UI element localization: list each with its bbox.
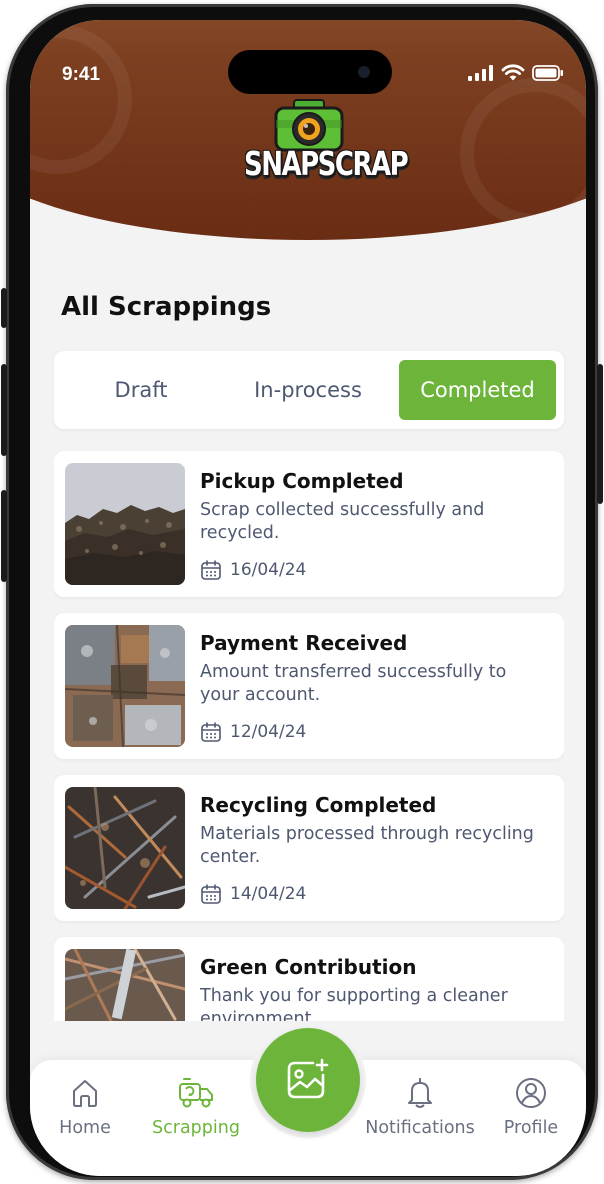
tab-completed[interactable]: Completed — [399, 360, 556, 420]
nav-label: Home — [59, 1118, 111, 1138]
card-date: 14/04/24 — [200, 883, 306, 905]
snapscrap-logo: SNAPSCRAP — [244, 98, 409, 192]
calendar-icon — [201, 722, 221, 742]
status-icons — [468, 64, 564, 81]
phone-frame: 9:41 SNAPSCRAP All Scrappings Draft In-p… — [1, 4, 603, 1180]
card-description: Materials processed through recycling ce… — [200, 824, 534, 867]
list-item[interactable]: Pickup Completed Scrap collected success… — [54, 451, 564, 597]
add-photo-icon — [287, 1058, 329, 1099]
nav-label: Scrapping — [152, 1118, 240, 1138]
recycle-truck-icon — [179, 1078, 213, 1108]
card-description: Scrap collected successfully and recycle… — [200, 500, 485, 543]
card-description: Thank you for supporting a cleaner envir… — [200, 986, 508, 1021]
nav-label: Notifications — [365, 1118, 475, 1138]
scrapping-list: Pickup Completed Scrap collected success… — [54, 451, 564, 1021]
battery-icon — [532, 64, 563, 81]
card-title: Green Contribution — [200, 955, 417, 979]
card-date: 16/04/24 — [200, 559, 306, 581]
nav-home[interactable]: Home — [30, 1076, 140, 1138]
calendar-icon — [201, 560, 221, 580]
bell-icon — [408, 1078, 432, 1108]
status-tabs: Draft In-process Completed — [54, 351, 564, 429]
volume-up-button — [1, 364, 7, 456]
list-item[interactable]: Recycling Completed Materials processed … — [54, 775, 564, 921]
date-text: 12/04/24 — [230, 722, 307, 742]
volume-down-button — [1, 490, 7, 582]
add-photo-button[interactable] — [256, 1028, 360, 1132]
date-text: 14/04/24 — [230, 884, 307, 904]
tab-draft[interactable]: Draft — [64, 360, 218, 420]
status-time: 9:41 — [62, 64, 101, 85]
scrap-thumbnail — [65, 463, 185, 585]
signal-icon — [468, 64, 493, 81]
list-item[interactable]: Payment Received Amount transferred succ… — [54, 613, 564, 759]
page-title: All Scrappings — [61, 292, 272, 322]
user-circle-icon — [516, 1078, 546, 1108]
nav-label: Profile — [503, 1118, 559, 1138]
card-date: 12/04/24 — [200, 721, 306, 743]
nav-scrapping[interactable]: Scrapping — [141, 1076, 251, 1138]
home-icon — [73, 1080, 97, 1107]
scrap-thumbnail — [65, 949, 185, 1021]
card-title: Payment Received — [200, 631, 408, 655]
card-description: Amount transferred successfully to your … — [200, 662, 507, 705]
wifi-icon — [501, 64, 525, 81]
mute-switch — [1, 288, 7, 328]
scrap-thumbnail — [65, 787, 185, 909]
app-screen: 9:41 SNAPSCRAP All Scrappings Draft In-p… — [30, 20, 586, 1176]
nav-profile[interactable]: Profile — [476, 1076, 586, 1138]
card-title: Recycling Completed — [200, 793, 437, 817]
list-item[interactable]: Green Contribution Thank you for support… — [54, 937, 564, 1021]
date-text: 16/04/24 — [230, 560, 307, 580]
scrap-thumbnail — [65, 625, 185, 747]
calendar-icon — [201, 884, 221, 904]
brand-wordmark: SNAPSCRAP — [244, 146, 409, 184]
card-title: Pickup Completed — [200, 469, 404, 493]
tab-in-process[interactable]: In-process — [230, 360, 386, 420]
nav-notifications[interactable]: Notifications — [365, 1076, 475, 1138]
dynamic-island — [228, 50, 392, 94]
power-button — [597, 364, 603, 504]
